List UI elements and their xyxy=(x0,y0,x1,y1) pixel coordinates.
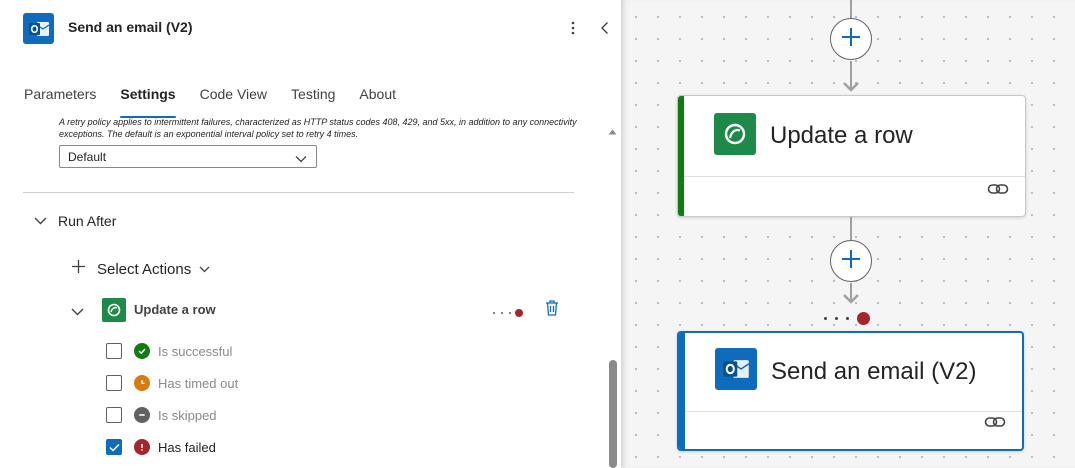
card-title: Update a row xyxy=(770,122,913,149)
chevron-down-icon[interactable] xyxy=(71,303,84,321)
is-skipped-label: Is skipped xyxy=(158,407,217,423)
is-successful-label: Is successful xyxy=(158,343,233,359)
failed-icon xyxy=(134,439,150,455)
plus-icon xyxy=(71,259,86,279)
has-timed-out-label: Has timed out xyxy=(158,375,239,391)
has-timed-out-checkbox[interactable] xyxy=(106,375,122,391)
card-divider xyxy=(684,176,1025,177)
run-after-action-label: Update a row xyxy=(134,302,216,317)
select-actions-label: Select Actions xyxy=(97,260,192,278)
run-after-indicator[interactable] xyxy=(824,312,870,325)
card-accent xyxy=(678,96,684,216)
status-option-has-failed: Has failed xyxy=(106,438,216,456)
flow-canvas[interactable]: Update a row Send an email (V2) xyxy=(621,0,1075,468)
dataverse-icon xyxy=(714,113,756,155)
scrollbar-thumb[interactable] xyxy=(609,360,617,468)
connector-line xyxy=(850,217,852,240)
action-details-panel: Send an email (V2) Parameters Settings C… xyxy=(0,0,621,468)
link-icon[interactable] xyxy=(984,414,1006,435)
delete-icon[interactable] xyxy=(544,299,560,322)
status-option-has-timed-out: Has timed out xyxy=(106,374,238,392)
outlook-icon xyxy=(23,13,54,44)
run-after-label: Run After xyxy=(58,213,117,229)
status-option-is-successful: Is successful xyxy=(106,342,232,360)
is-successful-checkbox[interactable] xyxy=(106,343,122,359)
chevron-down-icon xyxy=(199,260,210,278)
update-row-card[interactable]: Update a row xyxy=(677,95,1026,217)
retry-policy-description: A retry policy applies to intermittent f… xyxy=(59,117,577,139)
run-after-section-toggle[interactable]: Run After xyxy=(34,212,116,230)
card-accent xyxy=(679,333,685,449)
scroll-up-arrow-icon[interactable] xyxy=(608,122,617,140)
panel-header: Send an email (V2) xyxy=(0,0,621,58)
collapse-panel-button[interactable] xyxy=(596,17,612,39)
panel-title: Send an email (V2) xyxy=(68,19,193,35)
run-after-action-row: Update a row xyxy=(71,298,566,322)
link-icon[interactable] xyxy=(987,181,1009,202)
section-divider xyxy=(23,192,574,193)
connector-line xyxy=(850,0,852,18)
run-after-status-indicator xyxy=(493,309,523,317)
select-actions-button[interactable]: Select Actions xyxy=(71,259,210,279)
panel-scrollbar[interactable] xyxy=(604,113,621,468)
dataverse-icon xyxy=(102,298,126,322)
send-email-card[interactable]: Send an email (V2) xyxy=(677,331,1024,451)
retry-policy-value: Default xyxy=(68,150,107,164)
settings-scroll-area: A retry policy applies to intermittent f… xyxy=(0,113,604,468)
has-failed-label: Has failed xyxy=(158,439,216,455)
skipped-icon xyxy=(134,407,150,423)
has-failed-checkbox[interactable] xyxy=(106,439,122,455)
chevron-down-icon xyxy=(34,212,47,230)
clock-icon xyxy=(134,375,150,391)
retry-policy-dropdown[interactable]: Default xyxy=(59,145,317,168)
success-icon xyxy=(134,343,150,359)
outlook-icon xyxy=(715,348,757,390)
plus-icon xyxy=(840,248,862,275)
card-divider xyxy=(685,411,1022,412)
add-step-button[interactable] xyxy=(830,240,872,282)
is-skipped-checkbox[interactable] xyxy=(106,407,122,423)
more-options-button[interactable] xyxy=(566,17,580,39)
status-option-is-skipped: Is skipped xyxy=(106,406,217,424)
arrow-down-icon xyxy=(842,292,860,310)
card-title: Send an email (V2) xyxy=(771,358,977,385)
chevron-down-icon xyxy=(295,152,307,166)
add-step-button[interactable] xyxy=(830,18,872,60)
plus-icon xyxy=(840,26,862,53)
